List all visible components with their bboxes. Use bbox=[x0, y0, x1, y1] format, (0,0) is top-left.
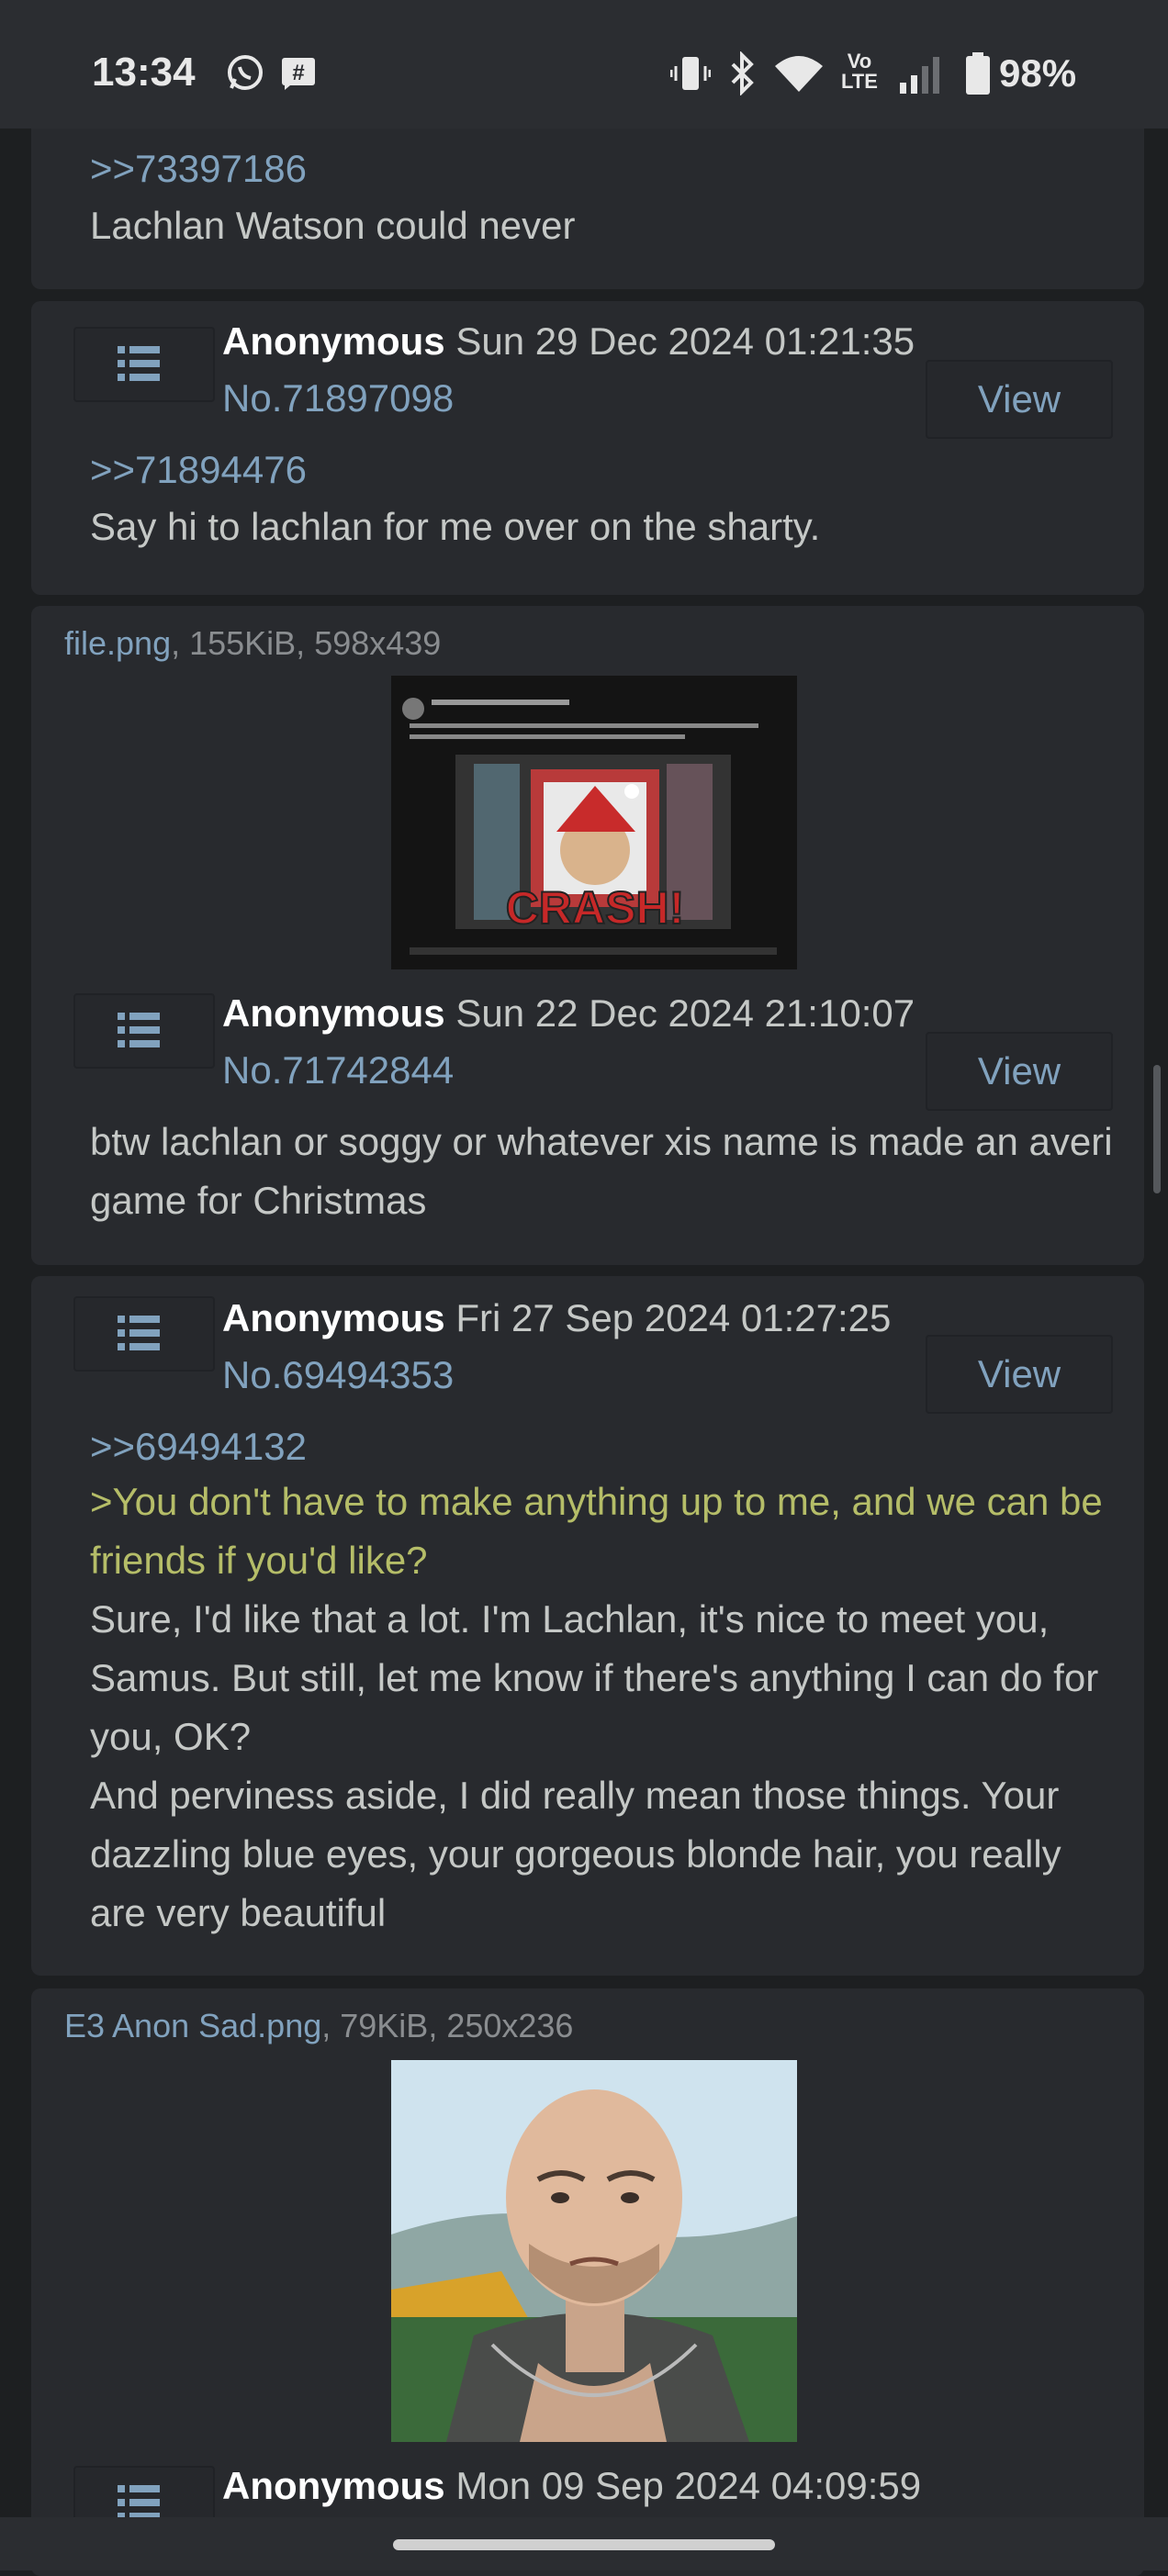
list-icon bbox=[118, 1013, 160, 1047]
file-name-link[interactable]: file.png bbox=[64, 624, 171, 662]
quote-link[interactable]: >>69494132 bbox=[90, 1425, 307, 1469]
post-body-paragraph: And perviness aside, I did really mean t… bbox=[90, 1774, 1061, 1934]
status-time: 13:34 bbox=[92, 50, 196, 95]
post-reply: Anonymous Sun 29 Dec 2024 01:21:35 No.71… bbox=[31, 301, 1144, 595]
battery-percent: 98% bbox=[999, 51, 1077, 95]
post-body: Lachlan Watson could never bbox=[90, 204, 576, 247]
thumbnail-image bbox=[391, 2060, 797, 2442]
volte-icon: Vo LTE bbox=[841, 50, 878, 93]
status-bar: 13:34 # Vo LTE 98% bbox=[0, 0, 1168, 129]
post-thumbnail[interactable]: CRASH! bbox=[391, 676, 797, 969]
file-info: E3 Anon Sad.png, 79KiB, 250x236 bbox=[64, 2007, 573, 2045]
whatsapp-icon bbox=[226, 53, 264, 96]
post-number[interactable]: No.71897098 bbox=[222, 376, 454, 420]
post-menu-button[interactable] bbox=[73, 993, 215, 1069]
poster-name: Anonymous bbox=[222, 991, 445, 1035]
wifi-icon bbox=[773, 53, 825, 98]
quote-link[interactable]: >>71894476 bbox=[90, 448, 307, 492]
thumbnail-caption: CRASH! bbox=[506, 882, 684, 934]
list-icon bbox=[118, 2485, 160, 2520]
greentext-line: >You don't have to make anything up to m… bbox=[90, 1480, 1103, 1582]
poster-name: Anonymous bbox=[222, 2464, 445, 2507]
post-header: Anonymous Mon 09 Sep 2024 04:09:59 bbox=[222, 2464, 921, 2508]
gesture-nav-bar bbox=[0, 2517, 1168, 2570]
list-icon bbox=[118, 346, 160, 381]
post-number[interactable]: No.69494353 bbox=[222, 1353, 454, 1397]
view-button[interactable]: View bbox=[926, 360, 1113, 439]
post-date: Sun 29 Dec 2024 01:21:35 bbox=[455, 319, 915, 363]
svg-text:#: # bbox=[292, 61, 304, 85]
poster-name: Anonymous bbox=[222, 1296, 445, 1339]
post-reply: Anonymous Fri 27 Sep 2024 01:27:25 No.69… bbox=[31, 1276, 1144, 1976]
quote-link[interactable]: >>73397186 bbox=[90, 147, 307, 191]
post-header: Anonymous Sun 22 Dec 2024 21:10:07 bbox=[222, 991, 915, 1036]
post-reply: file.png, 155KiB, 598x439 CRASH! Anonymo… bbox=[31, 606, 1144, 1265]
post-menu-button[interactable] bbox=[73, 327, 215, 402]
post-date: Fri 27 Sep 2024 01:27:25 bbox=[455, 1296, 892, 1339]
post-header: Anonymous Sun 29 Dec 2024 01:21:35 bbox=[222, 319, 915, 364]
list-icon bbox=[118, 1316, 160, 1350]
scrollbar-thumb[interactable] bbox=[1153, 1065, 1161, 1193]
post-body: >You don't have to make anything up to m… bbox=[90, 1473, 1126, 1943]
post-header: Anonymous Fri 27 Sep 2024 01:27:25 bbox=[222, 1296, 891, 1340]
signal-icon bbox=[898, 55, 942, 100]
view-button[interactable]: View bbox=[926, 1335, 1113, 1414]
bluetooth-icon bbox=[725, 50, 758, 100]
thumbnail-image: CRASH! bbox=[391, 676, 797, 969]
post-number[interactable]: No.71742844 bbox=[222, 1048, 454, 1092]
post-thumbnail[interactable] bbox=[391, 2060, 797, 2442]
post-body: btw lachlan or soggy or whatever xis nam… bbox=[90, 1120, 1113, 1222]
file-meta: , 79KiB, 250x236 bbox=[321, 2007, 574, 2044]
post-reply: E3 Anon Sad.png, 79KiB, 250x236 Anonymou… bbox=[31, 1988, 1144, 2576]
post-date: Sun 22 Dec 2024 21:10:07 bbox=[455, 991, 915, 1035]
battery-icon bbox=[964, 51, 992, 100]
file-meta: , 155KiB, 598x439 bbox=[171, 624, 442, 662]
post-body: Say hi to lachlan for me over on the sha… bbox=[90, 505, 821, 548]
poster-name: Anonymous bbox=[222, 319, 445, 363]
post-body-paragraph: Sure, I'd like that a lot. I'm Lachlan, … bbox=[90, 1597, 1099, 1758]
file-info: file.png, 155KiB, 598x439 bbox=[64, 624, 441, 663]
view-button[interactable]: View bbox=[926, 1032, 1113, 1111]
hashtag-notification-icon: # bbox=[281, 57, 316, 95]
post-menu-button[interactable] bbox=[73, 1296, 215, 1372]
post-date: Mon 09 Sep 2024 04:09:59 bbox=[455, 2464, 922, 2507]
vibrate-icon bbox=[669, 53, 712, 98]
file-name-link[interactable]: E3 Anon Sad.png bbox=[64, 2007, 321, 2044]
home-gesture-handle[interactable] bbox=[393, 2539, 775, 2550]
